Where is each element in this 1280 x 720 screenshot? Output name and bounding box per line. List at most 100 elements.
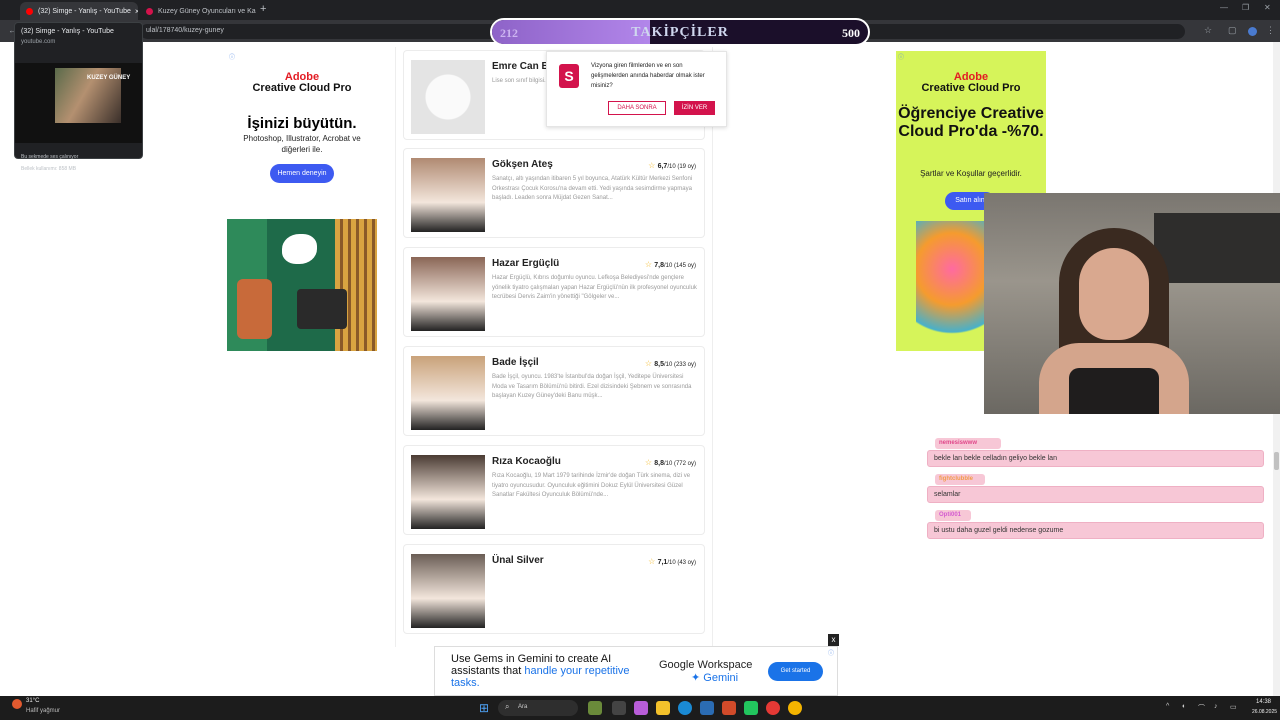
preview-memory-info: Bellek kullanımı: 858 MB	[21, 166, 77, 172]
follower-goal: 500	[842, 26, 860, 40]
actor-photo[interactable]	[411, 554, 485, 628]
volume-icon[interactable]: ♪	[1214, 703, 1218, 710]
app-icon[interactable]	[722, 701, 736, 715]
actor-name[interactable]: Bade İşçil	[492, 357, 539, 368]
site-logo-icon: S	[559, 64, 579, 88]
actor-photo[interactable]	[411, 455, 485, 529]
actor-bio: Hazar Ergüçlü, Kıbrıs doğumlu oyuncu. Le…	[492, 275, 697, 300]
ad-artwork	[227, 219, 377, 351]
actor-rating: ☆ 7,1/10 (43 oy)	[648, 557, 696, 566]
kick-icon[interactable]	[744, 701, 758, 715]
extensions-icon[interactable]: ▢	[1228, 25, 1237, 36]
weather-temperature[interactable]: 31°C	[26, 698, 39, 704]
ad-product: Creative Cloud Pro	[921, 82, 1021, 94]
allow-button[interactable]: İZİN VER	[674, 101, 715, 115]
clock-time[interactable]: 14:38	[1256, 699, 1271, 705]
actor-card[interactable]: Rıza Kocaoğlu ☆ 8,8/10 (772 oy) Rıza Kocao…	[403, 445, 705, 535]
ad-subtext: Photoshop, Illustrator, Acrobat ve diğer…	[243, 134, 361, 154]
scrollbar-thumb[interactable]	[1274, 452, 1279, 470]
store-icon[interactable]	[700, 701, 714, 715]
tab-kuzey-guney[interactable]: Kuzey Güney Oyuncuları ve Ka ×	[140, 2, 256, 20]
actor-name[interactable]: Gökşen Ateş	[492, 159, 553, 170]
edge-icon[interactable]	[678, 701, 692, 715]
adobe-ad-left[interactable]: Adobe Creative Cloud Pro İşinizi büyütün…	[227, 51, 377, 351]
tab-youtube[interactable]: (32) Simge - Yanlış - YouTube ×	[20, 2, 138, 20]
site-favicon-icon	[146, 7, 153, 15]
close-window-icon[interactable]: ✕	[1264, 3, 1271, 12]
actor-card[interactable]: Hazar Ergüçlü ☆ 7,8/10 (145 oy) Hazar Ergü…	[403, 247, 705, 337]
chat-message: bekle lan bekle celladın geliyo bekle la…	[927, 450, 1264, 467]
preview-audio-info: Bu sekmede ses çalınıyor	[21, 154, 79, 160]
start-menu-icon[interactable]: ⊞	[479, 701, 489, 715]
file-explorer-icon[interactable]	[656, 701, 670, 715]
preview-thumbnail: KUZEY GÜNEY	[15, 63, 142, 143]
follower-goal-bar: 212 TAKİPÇİLER 500	[490, 18, 870, 46]
ad-headline: Öğrenciye Creative Cloud Pro'da -%70.	[898, 105, 1044, 140]
menu-icon[interactable]: ⋮	[1266, 25, 1275, 36]
profile-avatar[interactable]	[1248, 27, 1257, 36]
notification-permission-popup: S Vizyona giren filmlerden ve en son gel…	[546, 51, 727, 127]
task-view-icon[interactable]	[612, 701, 626, 715]
actor-photo[interactable]	[411, 257, 485, 331]
later-button[interactable]: DAHA SONRA	[608, 101, 666, 115]
ad-headline: İşinizi büyütün.	[247, 115, 357, 132]
new-tab-button[interactable]: +	[260, 3, 266, 15]
actor-rating: ☆ 8,5/10 (233 oy)	[644, 359, 696, 368]
actor-name[interactable]: Rıza Kocaoğlu	[492, 456, 561, 467]
tab-close-icon[interactable]: ×	[131, 7, 138, 16]
ad-cta-button[interactable]: Hemen deneyin	[270, 164, 334, 183]
game-app-icon[interactable]	[588, 701, 602, 715]
actor-card[interactable]: Ünal Silver ☆ 7,1/10 (43 oy)	[403, 544, 705, 634]
ad-subtext: Şartlar ve Koşullar geçerlidir.	[920, 169, 1022, 178]
chat-message: selamlar	[927, 486, 1264, 503]
actor-name[interactable]: Hazar Ergüçlü	[492, 258, 559, 269]
taskbar-search[interactable]: ⌕ Ara	[498, 700, 578, 716]
adchoices-icon[interactable]: ⓘ	[229, 52, 235, 61]
tray-chevron-icon[interactable]: ^	[1166, 703, 1169, 710]
chat-username: Opti001	[935, 510, 971, 521]
actor-name[interactable]: Emre Can B	[492, 61, 549, 72]
preview-title: (32) Simge - Yanlış - YouTube	[21, 28, 114, 35]
clock-date[interactable]: 26.08.2025	[1252, 709, 1277, 715]
minimize-icon[interactable]: —	[1220, 3, 1228, 12]
actor-rating: ☆ 8,8/10 (772 oy)	[644, 458, 696, 467]
gemini-star-icon: ✦	[691, 672, 704, 684]
copilot-icon[interactable]	[634, 701, 648, 715]
star-icon: ☆	[648, 557, 658, 566]
bookmark-star-icon[interactable]: ☆	[1204, 25, 1212, 36]
weather-description[interactable]: Hafif yağmur	[26, 708, 60, 714]
adchoices-icon[interactable]: ⓘ	[828, 648, 834, 657]
actor-card[interactable]: Bade İşçil ☆ 8,5/10 (233 oy) Bade İşçil, o…	[403, 346, 705, 436]
battery-icon[interactable]: ▭	[1230, 703, 1237, 711]
ad-brand: Google Workspace	[659, 659, 753, 671]
ad-cta-button[interactable]: Get started	[768, 662, 823, 681]
weather-icon[interactable]	[12, 699, 22, 709]
actor-photo[interactable]	[411, 158, 485, 232]
adchoices-icon[interactable]: ⓘ	[898, 52, 904, 61]
tray-icon[interactable]: ◐	[1182, 703, 1186, 710]
star-icon: ☆	[644, 359, 655, 368]
ad-product: ✦ Gemini	[691, 672, 739, 684]
wifi-icon[interactable]: ⌒	[1198, 703, 1205, 713]
actor-rating: ☆ 7,8/10 (145 oy)	[644, 260, 696, 269]
actor-bio: Sanatçı, altı yaşından itibaren 5 yıl bo…	[492, 176, 693, 201]
actor-photo[interactable]	[411, 60, 485, 134]
obs-icon[interactable]	[766, 701, 780, 715]
notification-message: Vizyona giren filmlerden ve en son geliş…	[591, 63, 705, 89]
actor-photo[interactable]	[411, 356, 485, 430]
poster-title: KUZEY GÜNEY	[87, 75, 131, 81]
ad-close-button[interactable]: x	[828, 634, 839, 646]
chat-username: nemesiswww	[935, 438, 1001, 449]
youtube-favicon-icon	[26, 7, 33, 15]
tab-hover-preview: (32) Simge - Yanlış - YouTube youtube.co…	[14, 22, 143, 172]
gemini-ad-banner[interactable]: Use Gems in Gemini to create AI assistan…	[434, 646, 838, 696]
maximize-icon[interactable]: ❐	[1242, 3, 1249, 12]
tab-title: Kuzey Güney Oyuncuları ve Ka	[158, 7, 256, 15]
chrome-icon[interactable]	[788, 701, 802, 715]
preview-domain: youtube.com	[21, 39, 56, 45]
actor-bio: Rıza Kocaoğlu, 19 Mart 1979 tarihinde İz…	[492, 473, 691, 498]
actor-name[interactable]: Ünal Silver	[492, 555, 544, 566]
tab-title: (32) Simge - Yanlış - YouTube	[38, 7, 131, 15]
star-icon: ☆	[648, 161, 658, 170]
actor-card[interactable]: Gökşen Ateş ☆ 6,7/10 (19 oy) Sanatçı, altı…	[403, 148, 705, 238]
